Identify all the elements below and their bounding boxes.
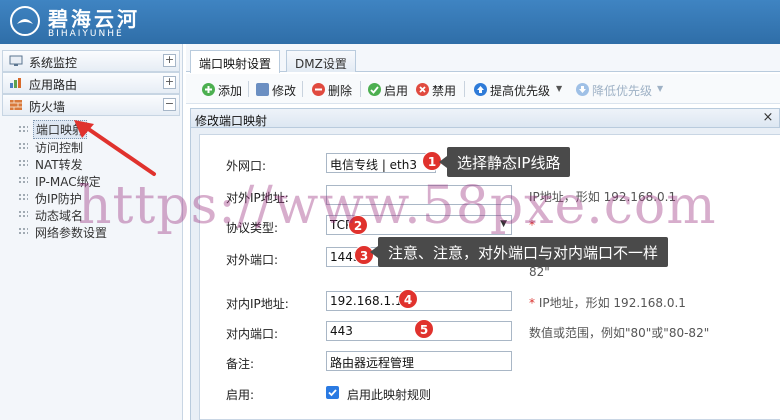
check-icon	[368, 83, 381, 96]
sidebar-item-fake-ip[interactable]: 伪IP防护	[18, 188, 138, 206]
tab-dmz[interactable]: DMZ设置	[286, 50, 356, 72]
protocol-required: *	[529, 218, 535, 232]
enable-label: 启用:	[226, 388, 255, 402]
sidebar-group-firewall[interactable]: 防火墙 −	[2, 94, 180, 116]
tree-dot-icon	[18, 193, 28, 201]
delete-icon	[312, 83, 325, 96]
ext-port-hint-tail: 82"	[529, 265, 550, 279]
int-ip-input[interactable]: 192.168.1.120	[326, 291, 512, 311]
int-ip-hint: * IP地址，形如 192.168.0.1	[529, 296, 686, 310]
wan-label: 外网口:	[226, 159, 267, 173]
dialog-title-bar: 修改端口映射 ×	[190, 108, 780, 128]
note-label: 备注:	[226, 357, 255, 371]
tab-bar: 端口映射设置 DMZ设置	[186, 44, 780, 73]
sidebar-item-ip-mac[interactable]: IP-MAC绑定	[18, 171, 138, 189]
int-port-label: 对内端口:	[226, 327, 279, 341]
sidebar-item-ddns[interactable]: 动态域名	[18, 205, 138, 223]
dialog-body: 外网口: 电信专线 | eth3 对外IP地址: IP地址，形如 192.168…	[190, 128, 780, 420]
app-header: 碧海云河 BIHAIYUNHE	[0, 0, 780, 44]
tab-port-mapping[interactable]: 端口映射设置	[190, 50, 281, 73]
chevron-down-icon[interactable]: ▼	[556, 84, 562, 93]
routing-icon	[9, 77, 23, 89]
sidebar-group-routing[interactable]: 应用路由 +	[2, 72, 180, 94]
annotation-badge-4: 4	[398, 289, 418, 309]
sidebar-item-port-mapping[interactable]: 端口映射	[18, 120, 138, 139]
toolbar-separator	[464, 81, 465, 97]
ext-port-label: 对外端口:	[226, 253, 279, 267]
ext-ip-hint: IP地址，形如 192.168.0.1	[529, 190, 677, 204]
sidebar-item-access-control[interactable]: 访问控制	[18, 137, 138, 155]
toolbar-separator	[360, 81, 361, 97]
int-ip-label: 对内IP地址:	[226, 297, 289, 311]
sidebar-item-nat[interactable]: NAT转发	[18, 154, 138, 172]
wan-select[interactable]: 电信专线 | eth3	[326, 153, 436, 173]
toolbar: 添加 修改 删除 启用 禁用 提高优先级 ▼ 降低优先级 ▼	[186, 74, 780, 104]
enable-checkbox-label: 启用此映射规则	[347, 388, 432, 402]
brand-logo-icon	[10, 6, 40, 36]
tree-dot-icon	[18, 125, 28, 133]
expand-icon[interactable]: +	[163, 54, 176, 67]
protocol-label: 协议类型:	[226, 221, 279, 235]
arrow-down-icon	[576, 83, 589, 96]
dialog-title: 修改端口映射	[195, 114, 268, 128]
tree-dot-icon	[18, 227, 28, 235]
monitor-icon	[9, 55, 23, 67]
note-input[interactable]: 路由器远程管理	[326, 351, 512, 371]
port-mapping-form: 外网口: 电信专线 | eth3 对外IP地址: IP地址，形如 192.168…	[199, 134, 780, 420]
toolbar-separator	[248, 81, 249, 97]
ext-ip-input[interactable]	[326, 185, 512, 205]
enable-checkbox[interactable]	[326, 386, 339, 399]
sidebar-item-label: 网络参数设置	[35, 226, 108, 240]
int-port-hint: 数值或范围，例如"80"或"80-82"	[529, 326, 710, 340]
expand-icon[interactable]: +	[163, 76, 176, 89]
sidebar-item-network-params[interactable]: 网络参数设置	[18, 222, 138, 240]
ext-ip-label: 对外IP地址:	[226, 191, 289, 205]
sidebar-group-label: 防火墙	[29, 100, 66, 114]
sidebar-group-monitor[interactable]: 系统监控 +	[2, 50, 180, 72]
chevron-down-icon: ▼	[657, 84, 664, 93]
edit-user-icon	[256, 83, 269, 96]
sidebar-group-label: 应用路由	[29, 78, 78, 92]
toolbar-separator	[302, 81, 303, 97]
annotation-badge-2: 2	[348, 215, 368, 235]
annotation-badge-5: 5	[414, 319, 434, 339]
arrow-up-icon	[474, 83, 487, 96]
tree-dot-icon	[18, 159, 28, 167]
chevron-down-icon: ▼	[500, 219, 507, 229]
tree-dot-icon	[18, 142, 28, 150]
annotation-callout-wan: 选择静态IP线路	[438, 147, 571, 177]
close-icon[interactable]: ×	[761, 111, 775, 125]
add-icon	[202, 83, 215, 96]
brand-name: 碧海云河	[48, 7, 140, 31]
collapse-icon[interactable]: −	[163, 98, 176, 111]
firewall-icon	[9, 99, 23, 111]
sidebar-group-label: 系统监控	[29, 56, 78, 70]
tree-dot-icon	[18, 176, 28, 184]
tree-dot-icon	[18, 210, 28, 218]
close-icon	[416, 83, 429, 96]
brand-name-en: BIHAIYUNHE	[48, 29, 124, 39]
annotation-callout-port: 注意、注意，对外端口与对内端口不一样	[369, 237, 669, 267]
